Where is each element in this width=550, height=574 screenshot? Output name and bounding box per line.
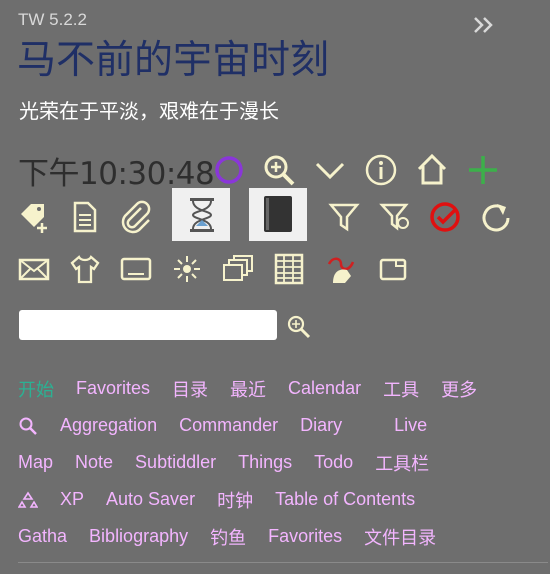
- check-badge-icon[interactable]: [428, 200, 462, 234]
- refresh-icon[interactable]: [479, 200, 513, 234]
- tab-favorites-2[interactable]: Favorites: [268, 526, 342, 547]
- hourglass-icon[interactable]: [184, 196, 220, 234]
- tab-favorites[interactable]: Favorites: [76, 378, 150, 399]
- home-icon[interactable]: [415, 152, 449, 186]
- tab-start[interactable]: 开始: [18, 376, 54, 402]
- tab-xp[interactable]: XP: [60, 489, 84, 510]
- tab-toc[interactable]: 目录: [172, 376, 208, 402]
- site-subtitle: 光荣在于平淡，艰难在于漫长: [19, 99, 279, 123]
- chevron-down-icon[interactable]: [313, 153, 347, 187]
- funnel-icon[interactable]: [327, 200, 361, 234]
- tab-things[interactable]: Things: [238, 452, 292, 473]
- clock-circle-icon[interactable]: [212, 153, 246, 187]
- search-input[interactable]: [19, 310, 277, 340]
- info-icon[interactable]: [364, 153, 398, 187]
- tab-clock[interactable]: 时钟: [217, 487, 253, 513]
- tab-search-icon[interactable]: [18, 415, 38, 436]
- tab-commander[interactable]: Commander: [179, 415, 278, 436]
- tab-row: Map Note Subtiddler Things Todo 工具栏: [18, 444, 548, 481]
- tab-row: 开始 Favorites 目录 最近 Calendar 工具 更多: [18, 370, 548, 407]
- version-label: TW 5.2.2: [18, 10, 87, 29]
- tab-more[interactable]: 更多: [441, 376, 477, 402]
- book-icon[interactable]: [260, 194, 296, 234]
- tab-recent[interactable]: 最近: [230, 376, 266, 402]
- tab-fishing[interactable]: 钓鱼: [210, 524, 246, 550]
- new-tag-icon[interactable]: [17, 200, 51, 234]
- cat-paw-icon[interactable]: [323, 250, 357, 284]
- tab-table-of-contents[interactable]: Table of Contents: [275, 489, 415, 510]
- tab-tools[interactable]: 工具: [383, 376, 419, 402]
- tab-gatha[interactable]: Gatha: [18, 526, 67, 547]
- divider: [18, 562, 548, 563]
- tab-live[interactable]: Live: [394, 415, 427, 436]
- spreadsheet-icon[interactable]: [272, 252, 306, 286]
- new-page-icon[interactable]: [68, 200, 102, 234]
- tab-bibliography[interactable]: Bibliography: [89, 526, 188, 547]
- tab-file-directory[interactable]: 文件目录: [364, 524, 436, 550]
- monitor-icon[interactable]: [119, 252, 153, 286]
- envelope-icon[interactable]: [17, 252, 51, 286]
- tab-recycle-icon[interactable]: [17, 489, 39, 510]
- tab-map[interactable]: Map: [18, 452, 53, 473]
- tab-row: Aggregation Commander Diary Live: [18, 407, 548, 444]
- site-title[interactable]: 马不前的宇宙时刻: [17, 37, 329, 85]
- tab-auto-saver[interactable]: Auto Saver: [106, 489, 195, 510]
- sun-icon[interactable]: [170, 252, 204, 286]
- window-icon[interactable]: [376, 252, 410, 286]
- tab-note[interactable]: Note: [75, 452, 113, 473]
- plus-icon[interactable]: [466, 153, 500, 187]
- tab-aggregation[interactable]: Aggregation: [60, 415, 157, 436]
- collapse-sidebar-icon[interactable]: [470, 10, 500, 40]
- clock-display: 下午10:30:48: [18, 156, 215, 192]
- stack-icon[interactable]: [221, 252, 255, 286]
- tab-subtiddler[interactable]: Subtiddler: [135, 452, 216, 473]
- tab-toolbar[interactable]: 工具栏: [375, 450, 429, 476]
- tab-calendar[interactable]: Calendar: [288, 378, 361, 399]
- funnel-search-icon[interactable]: [378, 200, 412, 234]
- tab-row: Gatha Bibliography 钓鱼 Favorites 文件目录: [18, 518, 548, 555]
- tab-row: XP Auto Saver 时钟 Table of Contents: [17, 481, 548, 518]
- sidebar-tabs: 开始 Favorites 目录 最近 Calendar 工具 更多 Aggreg…: [17, 370, 548, 555]
- zoom-in-icon[interactable]: [262, 153, 296, 187]
- search-icon[interactable]: [286, 314, 312, 340]
- tab-diary[interactable]: Diary: [300, 415, 342, 436]
- paperclip-icon[interactable]: [119, 200, 153, 234]
- tab-todo[interactable]: Todo: [314, 452, 353, 473]
- t-shirt-icon[interactable]: [68, 252, 102, 286]
